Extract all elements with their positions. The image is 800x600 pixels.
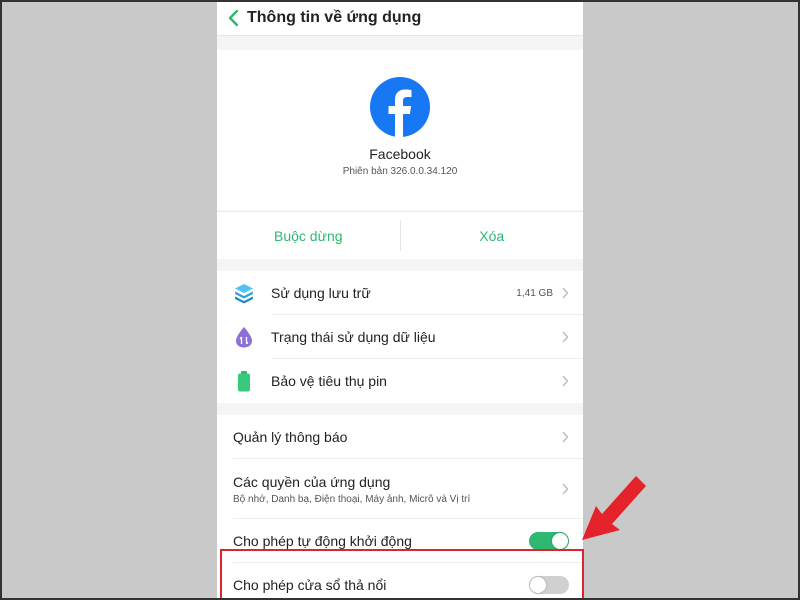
facebook-logo-icon — [370, 77, 430, 137]
chevron-left-icon[interactable] — [227, 8, 241, 28]
chevron-right-icon — [562, 375, 569, 387]
page-title: Thông tin về ứng dụng — [247, 8, 422, 26]
storage-usage-label: Sử dụng lưu trữ — [271, 285, 371, 301]
auto-start-label: Cho phép tự động khởi động — [233, 533, 412, 549]
data-usage-label: Trạng thái sử dụng dữ liệu — [271, 329, 436, 345]
toggle-knob — [552, 533, 568, 549]
app-version: Phiên bản 326.0.0.34.120 — [342, 166, 458, 177]
phone-screen: Thông tin về ứng dụng Facebook Phiên bản… — [217, 0, 583, 600]
highlight-box — [220, 549, 584, 600]
chevron-right-icon — [562, 483, 569, 495]
red-arrow-icon — [582, 476, 646, 540]
delete-button[interactable]: Xóa — [401, 212, 584, 259]
chevron-right-icon — [562, 431, 569, 443]
app-name: Facebook — [369, 146, 431, 162]
battery-protection-row[interactable]: Bảo vệ tiêu thụ pin — [217, 359, 583, 403]
app-info-card: Facebook Phiên bản 326.0.0.34.120 — [217, 50, 583, 210]
data-usage-row[interactable]: Trạng thái sử dụng dữ liệu — [217, 315, 583, 359]
auto-start-toggle[interactable] — [529, 532, 569, 550]
notification-management-row[interactable]: Quản lý thông báo — [217, 415, 583, 459]
app-permissions-text: Các quyền của ứng dụng Bộ nhớ, Danh bạ, … — [233, 474, 561, 505]
app-permissions-row[interactable]: Các quyền của ứng dụng Bộ nhớ, Danh bạ, … — [217, 459, 583, 519]
battery-protection-label: Bảo vệ tiêu thụ pin — [271, 373, 387, 389]
storage-usage-value: 1,41 GB — [516, 287, 553, 299]
chevron-right-icon — [562, 331, 569, 343]
app-actions: Buộc dừng Xóa — [217, 211, 583, 259]
chevron-right-icon — [562, 287, 569, 299]
force-stop-button[interactable]: Buộc dừng — [217, 212, 400, 259]
app-permissions-label: Các quyền của ứng dụng — [233, 473, 391, 490]
storage-usage-row[interactable]: Sử dụng lưu trữ 1,41 GB — [217, 271, 583, 315]
usage-settings-group: Sử dụng lưu trữ 1,41 GB Trạng thái sử dụ… — [217, 271, 583, 403]
app-permissions-summary: Bộ nhớ, Danh bạ, Điện thoại, Máy ảnh, Mi… — [233, 493, 471, 505]
app-bar: Thông tin về ứng dụng — [217, 0, 583, 36]
data-usage-icon — [233, 326, 255, 348]
notification-management-label: Quản lý thông báo — [233, 429, 348, 445]
battery-icon — [233, 370, 255, 392]
storage-icon — [233, 282, 255, 304]
